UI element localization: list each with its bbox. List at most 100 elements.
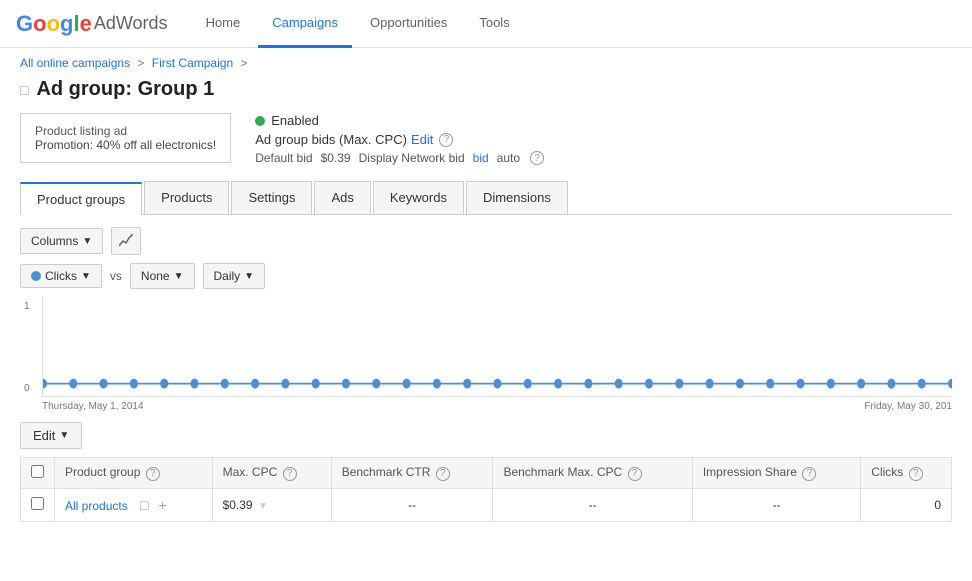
chart-toggle-btn[interactable] (111, 227, 141, 255)
enabled-badge: Enabled (255, 113, 544, 128)
cell-product-group: All products □ + (55, 489, 213, 522)
max-cpc-help[interactable]: ? (283, 467, 297, 481)
ad-type-label: Product listing ad (35, 124, 216, 138)
google-logo: Google (16, 11, 92, 37)
edit-label: Edit (33, 428, 55, 443)
edit-button[interactable]: Edit ▼ (20, 422, 82, 449)
chart-date-start: Thursday, May 1, 2014 (42, 401, 144, 412)
cell-benchmark-max-cpc: -- (493, 489, 692, 522)
clicks-help[interactable]: ? (909, 467, 923, 481)
chart-date-end: Friday, May 30, 201 (864, 401, 952, 412)
benchmark-ctr-help[interactable]: ? (436, 467, 450, 481)
th-checkbox (21, 458, 55, 489)
breadcrumb-sep2: > (240, 56, 247, 70)
chart-icon (119, 234, 133, 248)
adwords-logo: AdWords (94, 13, 168, 34)
columns-button[interactable]: Columns ▼ (20, 228, 103, 254)
none-chevron: ▼ (174, 271, 184, 282)
benchmark-max-cpc-help[interactable]: ? (628, 467, 642, 481)
none-metric-btn[interactable]: None ▼ (130, 263, 195, 289)
tabs-bar: Product groups Products Settings Ads Key… (20, 181, 952, 215)
adgroup-icon: □ (20, 82, 28, 98)
chart-svg (43, 297, 952, 396)
tab-product-groups[interactable]: Product groups (20, 182, 142, 215)
edit-bids-link[interactable]: Edit (411, 132, 433, 147)
default-bid-row: Default bid $0.39 Display Network bid bi… (255, 151, 544, 165)
cell-benchmark-ctr: -- (331, 489, 493, 522)
nav-tools[interactable]: Tools (465, 0, 523, 48)
nav-opportunities[interactable]: Opportunities (356, 0, 461, 48)
tab-ads[interactable]: Ads (314, 181, 370, 214)
daily-label: Daily (214, 269, 241, 283)
daily-btn[interactable]: Daily ▼ (203, 263, 266, 289)
nav-links: Home Campaigns Opportunities Tools (192, 0, 524, 48)
clicks-metric-dot (31, 271, 41, 281)
daily-chevron: ▼ (244, 271, 254, 282)
columns-chevron: ▼ (82, 236, 92, 247)
clicks-metric-label: Clicks (45, 269, 77, 283)
impression-share-value: -- (773, 498, 781, 512)
logo-area: Google AdWords (16, 11, 168, 37)
tab-settings[interactable]: Settings (231, 181, 312, 214)
nav-campaigns[interactable]: Campaigns (258, 0, 352, 48)
max-cpc-edit: ▼ (258, 501, 268, 512)
chart-date-row: Thursday, May 1, 2014 Friday, May 30, 20… (42, 399, 952, 414)
tab-products[interactable]: Products (144, 181, 229, 214)
edit-chevron: ▼ (59, 430, 69, 441)
columns-label: Columns (31, 234, 78, 248)
edit-toolbar: Edit ▼ (20, 422, 952, 449)
benchmark-ctr-value: -- (408, 498, 416, 512)
all-products-link[interactable]: All products (65, 499, 128, 513)
cell-clicks: 0 (861, 489, 952, 522)
data-table: Product group ? Max. CPC ? Benchmark CTR… (20, 457, 952, 522)
ad-box: Product listing ad Promotion: 40% off al… (20, 113, 231, 163)
status-dot (255, 116, 265, 126)
breadcrumb-sep1: > (137, 56, 144, 70)
row-checkbox[interactable] (31, 497, 44, 510)
breadcrumb-first-campaign[interactable]: First Campaign (152, 56, 233, 70)
impression-share-help[interactable]: ? (802, 467, 816, 481)
cell-impression-share: -- (692, 489, 860, 522)
product-group-help[interactable]: ? (146, 467, 160, 481)
bids-help-icon[interactable]: ? (439, 133, 453, 147)
status-label: Enabled (271, 113, 319, 128)
none-label: None (141, 269, 170, 283)
page-title-bar: □ Ad group: Group 1 (0, 74, 972, 113)
chart-y-top: 1 (24, 301, 30, 312)
table-row: All products □ + $0.39 ▼ -- -- - (21, 489, 952, 522)
cell-max-cpc: $0.39 ▼ (212, 489, 331, 522)
chart-wrapper: 1 0 (20, 297, 952, 414)
th-product-group: Product group ? (55, 458, 213, 489)
clicks-value: 0 (934, 498, 941, 512)
bid-row: Ad group bids (Max. CPC) Edit ? (255, 132, 544, 147)
ad-promo-text: Promotion: 40% off all electronics! (35, 138, 216, 152)
tab-dimensions[interactable]: Dimensions (466, 181, 568, 214)
breadcrumb-all-campaigns[interactable]: All online campaigns (20, 56, 130, 70)
tab-keywords[interactable]: Keywords (373, 181, 464, 214)
display-network-help-icon[interactable]: ? (530, 151, 544, 165)
row-checkbox-cell (21, 489, 55, 522)
table-header-row: Product group ? Max. CPC ? Benchmark CTR… (21, 458, 952, 489)
ad-settings: Enabled Ad group bids (Max. CPC) Edit ? … (255, 113, 544, 165)
default-bid-label: Default bid (255, 151, 312, 165)
row-comment-btn[interactable]: □ (137, 496, 151, 514)
th-impression-share: Impression Share ? (692, 458, 860, 489)
ad-info-row: Product listing ad Promotion: 40% off al… (20, 113, 952, 165)
content-area: Product listing ad Promotion: 40% off al… (0, 113, 972, 522)
clicks-metric-btn[interactable]: Clicks ▼ (20, 264, 102, 288)
nav-home[interactable]: Home (192, 0, 255, 48)
th-benchmark-ctr: Benchmark CTR ? (331, 458, 493, 489)
page-title-group: Group 1 (138, 78, 215, 100)
row-add-btn[interactable]: + (156, 496, 170, 514)
page-title: Ad group: Group 1 (36, 78, 214, 101)
vs-label: vs (110, 269, 122, 283)
metric-controls: Clicks ▼ vs None ▼ Daily ▼ (20, 263, 952, 289)
select-all-checkbox[interactable] (31, 465, 44, 478)
top-nav: Google AdWords Home Campaigns Opportunit… (0, 0, 972, 48)
row-actions: □ + (137, 496, 170, 514)
benchmark-max-cpc-value: -- (589, 498, 597, 512)
th-clicks: Clicks ? (861, 458, 952, 489)
th-benchmark-max-cpc: Benchmark Max. CPC ? (493, 458, 692, 489)
display-network-value: auto (497, 151, 520, 165)
clicks-chevron: ▼ (81, 271, 91, 282)
